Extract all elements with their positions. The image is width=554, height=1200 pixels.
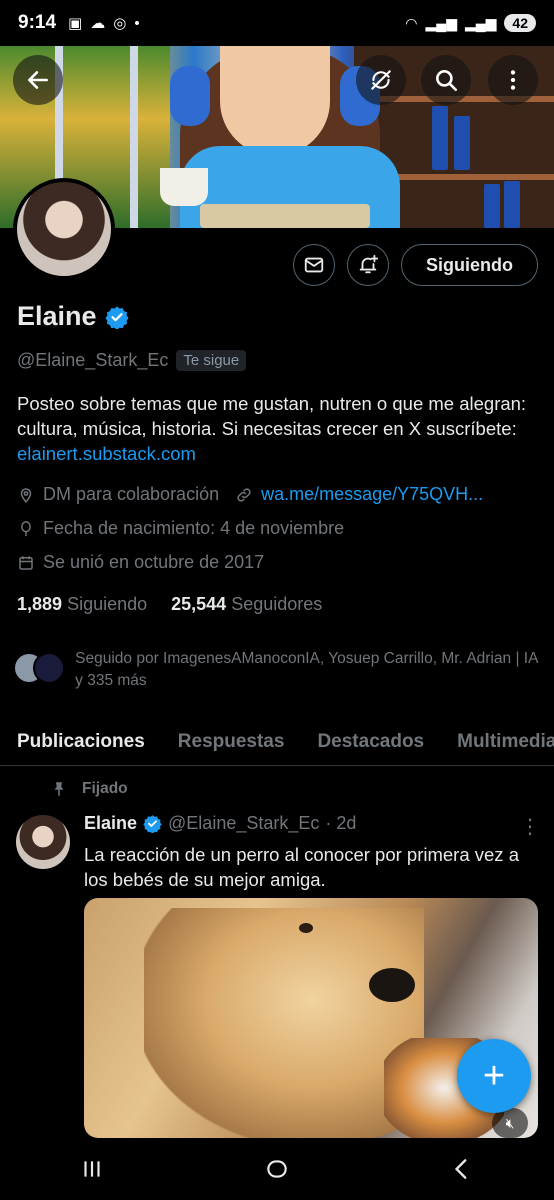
mail-icon (304, 257, 324, 273)
recent-apps-icon (84, 1161, 100, 1177)
handle-row: @Elaine_Stark_Ec Te sigue (17, 350, 247, 371)
video-dog-eye (299, 923, 313, 933)
following-count: 1,889 (17, 594, 63, 614)
tab-publicaciones[interactable]: Publicaciones (17, 731, 145, 753)
tab-multimedia[interactable]: Multimedia (457, 731, 554, 753)
signal-icon-2: ▂▄▆ (464, 14, 497, 31)
post-more-button[interactable]: ⋮ (520, 814, 540, 839)
no-notifications-button[interactable] (356, 55, 406, 105)
profile-name: Elaine (17, 301, 97, 331)
home-icon (267, 1160, 287, 1178)
back-nav-button[interactable] (432, 1149, 492, 1189)
status-bar: 9:14 ▣ ☁ ◎ • ◠ ▂▄▆ ▂▄▆ 42 (0, 0, 554, 46)
follow-counts: 1,889 Siguiendo 25,544 Seguidores (17, 594, 322, 615)
message-button[interactable] (293, 244, 335, 286)
following-label: Siguiendo (67, 594, 148, 614)
follows-you-badge: Te sigue (176, 350, 247, 371)
verified-badge-icon[interactable] (104, 305, 129, 329)
tab-respuestas[interactable]: Respuestas (178, 731, 285, 753)
meta-birthday-row: Fecha de nacimiento: 4 de noviembre (17, 518, 344, 539)
status-time: 9:14 (18, 12, 57, 33)
profile-name-row: Elaine (17, 301, 129, 332)
following-count-link[interactable]: 1,889 Siguiendo (17, 594, 147, 615)
recent-apps-button[interactable] (62, 1149, 122, 1189)
system-nav-bar (0, 1138, 554, 1200)
post-handle: @Elaine_Stark_Ec (168, 813, 320, 833)
back-button[interactable] (13, 55, 63, 105)
bio-link[interactable]: elainert.substack.com (17, 443, 196, 464)
signal-icon: ▂▄▆ (425, 14, 457, 31)
plus-icon: + (482, 1054, 506, 1097)
profile-tabs: Publicaciones Respuestas Destacados Mult… (0, 718, 554, 766)
meta-joined-row: Se unió en octubre de 2017 (17, 552, 264, 573)
arrow-left-icon (28, 71, 48, 89)
chevron-left-icon (454, 1159, 467, 1179)
profile-location: DM para colaboración (43, 484, 220, 504)
profile-birthday: Fecha de nacimiento: 4 de noviembre (43, 518, 345, 538)
profile-bio: Posteo sobre temas que me gustan, nutren… (17, 391, 542, 466)
location-pin-icon (20, 487, 32, 503)
whatsapp-icon: ◎ (113, 15, 127, 32)
followers-count: 25,544 (171, 594, 227, 614)
bell-plus-icon (359, 254, 379, 274)
pinned-label: Fijado (82, 780, 128, 797)
pinned-indicator: Fijado (50, 780, 128, 798)
following-button[interactable]: Siguiendo (401, 244, 538, 286)
compose-button[interactable]: + (457, 1039, 531, 1113)
wifi-icon: ◠ (405, 14, 418, 31)
followers-label: Seguidores (231, 594, 323, 614)
dot-icon: • (134, 14, 140, 32)
video-dog (144, 908, 424, 1138)
home-button[interactable] (247, 1149, 307, 1189)
post-avatar[interactable] (16, 815, 70, 869)
search-button[interactable] (421, 55, 471, 105)
pin-icon (54, 782, 64, 796)
refresh-slash-icon (371, 70, 391, 90)
profile-handle: @Elaine_Stark_Ec (17, 350, 169, 370)
mutual-avatars (13, 648, 65, 684)
verified-badge-icon (143, 815, 162, 833)
tab-destacados[interactable]: Destacados (317, 731, 424, 753)
video-dog-nose (369, 968, 415, 1002)
link-icon (237, 487, 251, 502)
battery-indicator: 42 (504, 14, 536, 32)
more-options-button[interactable] (488, 55, 538, 105)
followers-count-link[interactable]: 25,544 Seguidores (171, 594, 322, 615)
followed-by-text: Seguido por ImagenesAManoconIA, Yosuep C… (75, 650, 538, 689)
balloon-icon (21, 520, 31, 536)
mute-icon: 🔇︎ (505, 1114, 515, 1131)
post-author[interactable]: Elaine (84, 813, 137, 834)
profile-website[interactable]: wa.me/message/Y75QVH... (261, 484, 483, 505)
more-vertical-icon (510, 70, 516, 90)
bio-text: Posteo sobre temas que me gustan, nutren… (17, 393, 527, 439)
calendar-icon (19, 555, 33, 570)
search-icon (436, 70, 458, 92)
post-header: Elaine @Elaine_Stark_Ec · 2d (84, 813, 356, 834)
notifications-button[interactable] (347, 244, 389, 286)
app-icon: ▣ (68, 15, 83, 32)
profile-joined: Se unió en octubre de 2017 (43, 552, 265, 572)
post-time: · 2d (325, 813, 357, 833)
meta-location-row: DM para colaboración wa.me/message/Y75QV… (17, 484, 483, 505)
cloud-icon: ☁ (90, 15, 106, 32)
post-text: La reacción de un perro al conocer por p… (84, 844, 519, 890)
profile-avatar[interactable] (13, 178, 115, 280)
avatar (33, 652, 65, 684)
followed-by-row[interactable]: Seguido por ImagenesAManoconIA, Yosuep C… (13, 648, 543, 692)
